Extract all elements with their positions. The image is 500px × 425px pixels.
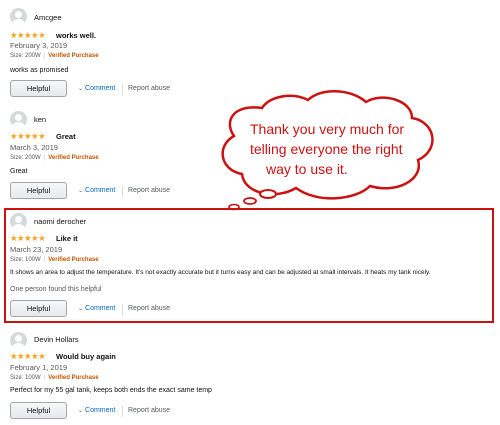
review-title[interactable]: Would buy again xyxy=(56,352,116,361)
user-avatar-icon xyxy=(10,213,27,230)
reviewer-name[interactable]: Devin Hollars xyxy=(34,335,79,344)
review-title[interactable]: works well. xyxy=(56,31,96,40)
verified-purchase-badge: Verified Purchase xyxy=(48,375,99,381)
review-text: It shows an area to adjust the temperatu… xyxy=(10,269,431,276)
report-abuse-link[interactable]: Report abuse xyxy=(128,407,170,414)
annotation-text-line: telling everyone the right xyxy=(250,141,403,157)
review-title[interactable]: Great xyxy=(56,132,76,141)
reviewer-name[interactable]: ken xyxy=(34,115,46,124)
comment-link[interactable]: ⌄ Comment xyxy=(78,305,115,312)
star-rating-icon: ★★★★★ xyxy=(10,351,46,361)
review-date: March 3, 2019 xyxy=(10,143,58,152)
chevron-down-icon: ⌄ xyxy=(78,86,84,92)
divider xyxy=(122,304,123,315)
helpful-button[interactable]: Helpful xyxy=(10,300,67,317)
verified-purchase-badge: Verified Purchase xyxy=(48,53,99,59)
review-meta: Size: 100W | Verified Purchase xyxy=(10,257,99,263)
comment-link[interactable]: ⌄ Comment xyxy=(78,407,115,414)
review-meta: Size: 200W | Verified Purchase xyxy=(10,53,99,59)
review-date: February 3, 2019 xyxy=(10,41,68,50)
size-label: Size: 200W xyxy=(10,155,41,161)
helpful-count-note: One person found this helpful xyxy=(10,286,102,293)
user-avatar-icon xyxy=(10,111,27,128)
review-title[interactable]: Like it xyxy=(56,234,78,243)
report-abuse-link[interactable]: Report abuse xyxy=(128,85,170,92)
chevron-down-icon: ⌄ xyxy=(78,188,84,194)
helpful-button[interactable]: Helpful xyxy=(10,182,67,199)
user-avatar-icon xyxy=(10,8,27,25)
divider xyxy=(122,84,123,95)
review-text: Perfect for my 55 gal tank, keeps both e… xyxy=(10,387,212,394)
star-rating-icon: ★★★★★ xyxy=(10,131,46,141)
verified-purchase-badge: Verified Purchase xyxy=(48,155,99,161)
report-abuse-link[interactable]: Report abuse xyxy=(128,187,170,194)
annotation-text-line: way to use it. xyxy=(266,161,348,177)
review-meta: Size: 200W | Verified Purchase xyxy=(10,155,99,161)
reviewer-name[interactable]: Amcgee xyxy=(34,13,62,22)
chevron-down-icon: ⌄ xyxy=(78,408,84,414)
size-label: Size: 200W xyxy=(10,53,41,59)
verified-purchase-badge: Verified Purchase xyxy=(48,257,99,263)
chevron-down-icon: ⌄ xyxy=(78,306,84,312)
helpful-button[interactable]: Helpful xyxy=(10,80,67,97)
review-text: works as promised xyxy=(10,67,69,74)
divider xyxy=(122,186,123,197)
star-rating-icon: ★★★★★ xyxy=(10,233,46,243)
user-avatar-icon xyxy=(10,332,27,349)
comment-link[interactable]: ⌄ Comment xyxy=(78,187,115,194)
star-rating-icon: ★★★★★ xyxy=(10,30,46,40)
size-label: Size: 100W xyxy=(10,257,41,263)
size-label: Size: 100W xyxy=(10,375,41,381)
comment-link[interactable]: ⌄ Comment xyxy=(78,85,115,92)
helpful-button[interactable]: Helpful xyxy=(10,402,67,419)
review-meta: Size: 100W | Verified Purchase xyxy=(10,375,99,381)
review-text: Great xyxy=(10,168,28,175)
annotation-text-line: Thank you very much for xyxy=(250,121,405,137)
review-date: March 23, 2019 xyxy=(10,245,63,254)
report-abuse-link[interactable]: Report abuse xyxy=(128,305,170,312)
reviewer-name[interactable]: naomi derocher xyxy=(34,217,86,226)
divider xyxy=(122,406,123,417)
review-date: February 1, 2019 xyxy=(10,363,68,372)
